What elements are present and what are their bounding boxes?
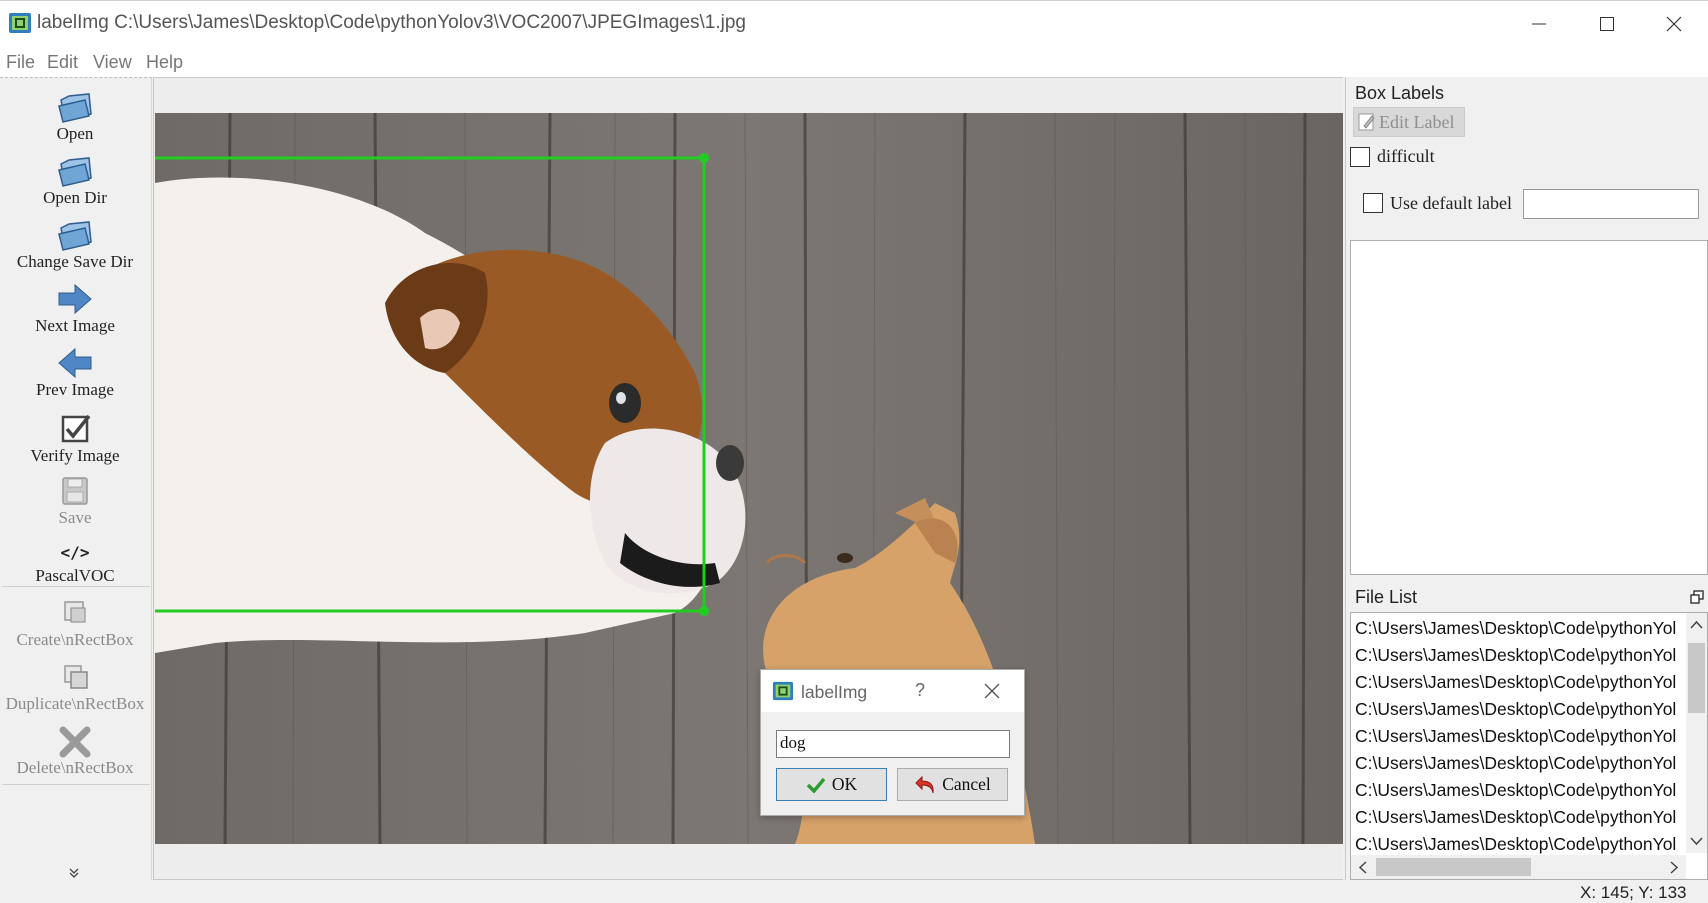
format-label: PascalVOC: [35, 566, 115, 585]
file-list-item[interactable]: C:\Users\James\Desktop\Code\pythonYol: [1355, 753, 1676, 774]
verify-image-label: Verify Image: [30, 446, 120, 465]
bbox-corner-handle[interactable]: [699, 153, 709, 163]
verify-image-button[interactable]: Verify Image: [0, 412, 150, 466]
code-format-icon: </>: [60, 543, 90, 562]
file-list-title: File List: [1355, 587, 1418, 607]
next-image-label: Next Image: [35, 316, 115, 335]
use-default-label-checkbox[interactable]: [1363, 193, 1383, 213]
box-labels-title: Box Labels: [1355, 83, 1445, 103]
file-list[interactable]: C:\Users\James\Desktop\Code\pythonYol C:…: [1350, 612, 1708, 880]
checkmark-icon: [806, 777, 826, 793]
cancel-label: Cancel: [942, 774, 991, 794]
next-image-button[interactable]: Next Image: [0, 282, 150, 336]
image-canvas[interactable]: [155, 113, 1343, 844]
folder-open-icon: [58, 221, 92, 251]
menu-edit[interactable]: Edit: [47, 52, 78, 73]
file-list-item[interactable]: C:\Users\James\Desktop\Code\pythonYol: [1355, 699, 1676, 720]
duplicate-rectbox-button[interactable]: Duplicate\nRectBox: [0, 660, 150, 714]
dock-float-icon[interactable]: [1690, 590, 1704, 604]
menu-help[interactable]: Help: [146, 52, 183, 73]
dialog-title: labelImg: [801, 682, 868, 702]
label-dialog: labelImg ? dog OK Cancel: [760, 669, 1025, 816]
cancel-button[interactable]: Cancel: [897, 768, 1008, 801]
open-dir-button[interactable]: Open Dir: [0, 154, 150, 208]
file-list-item[interactable]: C:\Users\James\Desktop\Code\pythonYol: [1355, 807, 1676, 828]
toolbar-divider: [2, 586, 150, 587]
menu-file[interactable]: File: [6, 52, 35, 73]
dialog-help-button[interactable]: ?: [915, 680, 925, 701]
status-bar: [0, 880, 1708, 900]
ok-label: OK: [831, 774, 858, 794]
save-button[interactable]: Save: [0, 474, 150, 528]
prev-image-label: Prev Image: [36, 380, 114, 399]
labelimg-app-icon: [9, 13, 31, 33]
delete-rectbox-label: Delete\nRectBox: [16, 758, 134, 777]
toolbar-divider: [2, 784, 150, 785]
open-label: Open: [56, 124, 94, 143]
scroll-down-icon[interactable]: [1690, 836, 1703, 846]
create-box-icon: [64, 601, 86, 623]
minimize-button[interactable]: [1505, 1, 1573, 47]
duplicate-rectbox-label: Duplicate\nRectBox: [5, 694, 145, 713]
change-save-dir-button[interactable]: Change Save Dir: [0, 218, 150, 272]
save-label: Save: [58, 508, 92, 527]
file-list-item[interactable]: C:\Users\James\Desktop\Code\pythonYol: [1355, 672, 1676, 693]
use-default-label-text: Use default label: [1390, 193, 1512, 213]
box-labels-list[interactable]: [1350, 240, 1708, 575]
folder-open-icon: [58, 157, 92, 187]
ok-button[interactable]: OK: [776, 768, 887, 801]
prev-image-button[interactable]: Prev Image: [0, 346, 150, 400]
folder-open-icon: [58, 93, 92, 123]
undo-arrow-icon: [915, 775, 934, 793]
arrow-right-icon: [58, 283, 92, 315]
duplicate-icon: [64, 665, 88, 689]
menu-bar: File Edit View Help: [0, 46, 1708, 77]
change-save-dir-label: Change Save Dir: [16, 252, 134, 271]
scroll-right-icon[interactable]: [1669, 861, 1679, 874]
edit-pencil-icon: [1358, 113, 1375, 131]
file-list-item[interactable]: C:\Users\James\Desktop\Code\pythonYol: [1355, 645, 1676, 666]
menu-view[interactable]: View: [93, 52, 132, 73]
bbox-corner-handle[interactable]: [699, 606, 709, 616]
close-button[interactable]: [1640, 1, 1708, 47]
difficult-checkbox[interactable]: [1350, 147, 1370, 167]
delete-x-icon: [59, 726, 91, 758]
dialog-title-bar: labelImg ?: [761, 670, 1024, 712]
file-list-item[interactable]: C:\Users\James\Desktop\Code\pythonYol: [1355, 780, 1676, 801]
delete-rectbox-button[interactable]: Delete\nRectBox: [0, 724, 150, 778]
horizontal-scroll-thumb[interactable]: [1376, 858, 1531, 876]
minimize-icon: [1532, 23, 1546, 25]
photo-dog-and-cat: [155, 113, 1343, 844]
scroll-left-icon[interactable]: [1358, 861, 1368, 874]
labelimg-app-icon: [772, 681, 794, 701]
title-bar: labelImg C:\Users\James\Desktop\Code\pyt…: [0, 0, 1708, 46]
floppy-disk-icon: [62, 477, 88, 505]
file-list-item[interactable]: C:\Users\James\Desktop\Code\pythonYol: [1355, 618, 1676, 639]
checkbox-checked-icon: [61, 414, 91, 443]
difficult-label: difficult: [1377, 146, 1435, 166]
open-button[interactable]: Open: [0, 90, 150, 144]
arrow-left-icon: [58, 347, 92, 379]
vertical-scroll-thumb[interactable]: [1688, 643, 1705, 713]
create-rectbox-label: Create\nRectBox: [16, 630, 134, 649]
file-list-item[interactable]: C:\Users\James\Desktop\Code\pythonYol: [1355, 726, 1676, 747]
label-input[interactable]: dog: [776, 730, 1010, 758]
cursor-coordinates: X: 145; Y: 133: [1580, 883, 1687, 902]
default-label-input[interactable]: [1523, 189, 1699, 219]
maximize-icon: [1600, 17, 1614, 31]
maximize-button[interactable]: [1573, 1, 1641, 47]
open-dir-label: Open Dir: [43, 188, 107, 207]
window-title: labelImg C:\Users\James\Desktop\Code\pyt…: [37, 12, 746, 33]
close-icon: [1666, 16, 1682, 32]
format-toggle-button[interactable]: </> PascalVOC: [0, 540, 150, 586]
create-rectbox-button[interactable]: Create\nRectBox: [0, 596, 150, 650]
scroll-up-icon[interactable]: [1690, 620, 1703, 630]
edit-label-text: Edit Label: [1379, 111, 1455, 132]
edit-label-button[interactable]: Edit Label: [1353, 107, 1465, 137]
file-list-item[interactable]: C:\Users\James\Desktop\Code\pythonYol: [1355, 834, 1676, 855]
dialog-close-icon[interactable]: [981, 680, 1003, 702]
